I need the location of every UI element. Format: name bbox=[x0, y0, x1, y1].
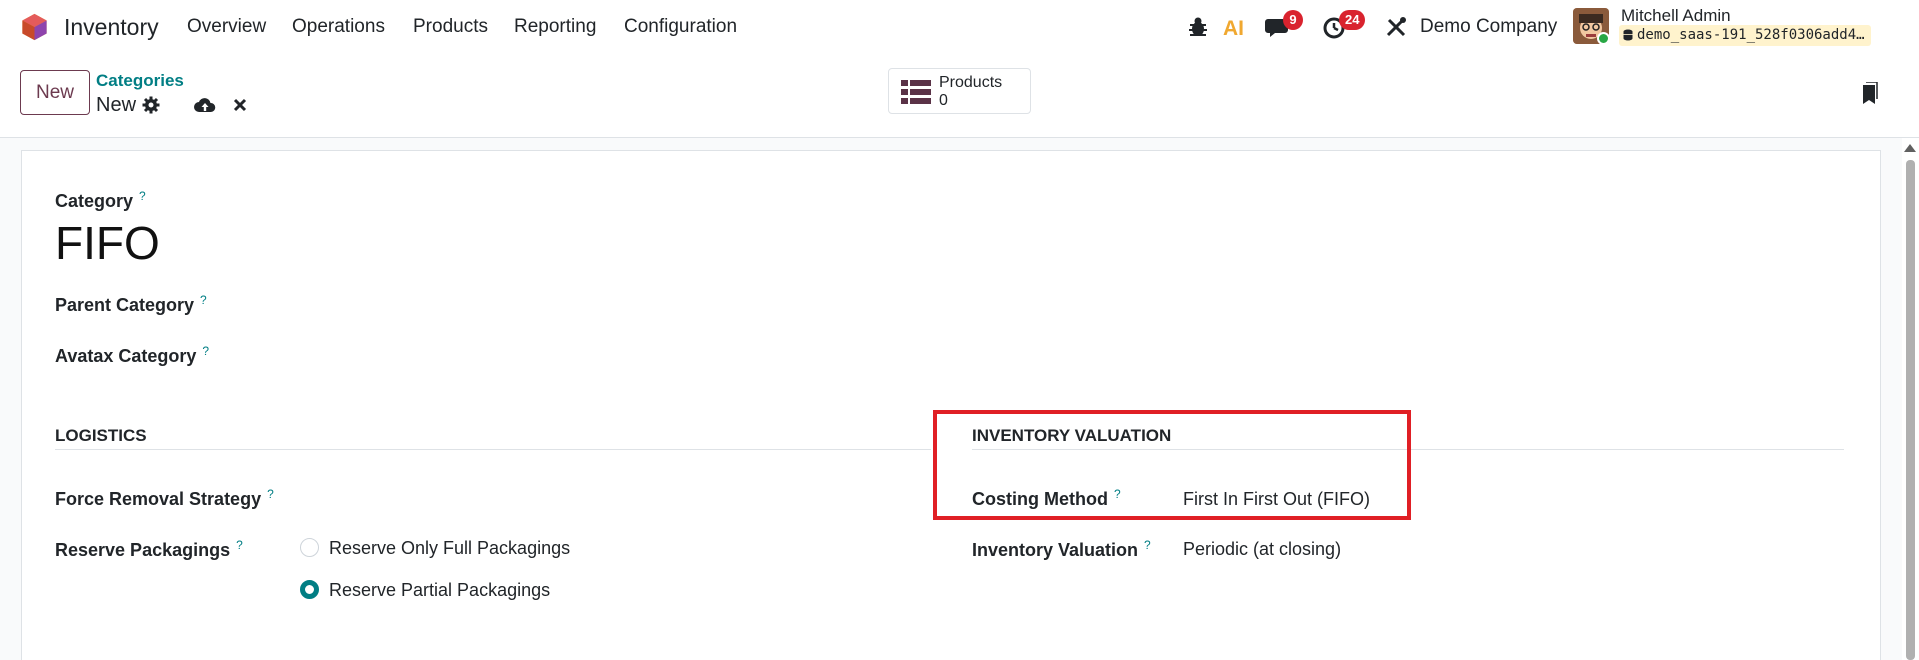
cloud-upload-icon[interactable] bbox=[194, 96, 216, 114]
avatax-category-label: Avatax Category? bbox=[55, 344, 209, 367]
ai-icon-label: AI bbox=[1223, 17, 1244, 40]
activities-badge: 24 bbox=[1339, 10, 1366, 30]
gear-icon[interactable] bbox=[142, 96, 160, 114]
radio-partial-packagings-label[interactable]: Reserve Partial Packagings bbox=[329, 580, 550, 601]
user-name[interactable]: Mitchell Admin bbox=[1621, 6, 1731, 26]
help-icon[interactable]: ? bbox=[139, 189, 146, 203]
bug-icon[interactable] bbox=[1185, 14, 1211, 40]
radio-partial-packagings[interactable] bbox=[300, 580, 319, 599]
discard-icon[interactable] bbox=[233, 98, 247, 112]
force-removal-label: Force Removal Strategy? bbox=[55, 487, 274, 510]
force-removal-label-text: Force Removal Strategy bbox=[55, 489, 262, 509]
menu-products[interactable]: Products bbox=[413, 16, 488, 38]
top-navbar: Inventory Overview Operations Products R… bbox=[0, 0, 1919, 54]
database-name: demo_saas-191_528f0306add4… bbox=[1637, 27, 1865, 43]
company-switcher[interactable]: Demo Company bbox=[1420, 16, 1557, 38]
radio-full-packagings-label[interactable]: Reserve Only Full Packagings bbox=[329, 538, 570, 559]
avatax-category-label-text: Avatax Category bbox=[55, 346, 197, 366]
database-badge: demo_saas-191_528f0306add4… bbox=[1619, 25, 1871, 46]
record-title: New bbox=[96, 94, 137, 116]
help-icon[interactable]: ? bbox=[200, 293, 207, 307]
tools-icon[interactable] bbox=[1383, 14, 1409, 40]
menu-overview[interactable]: Overview bbox=[187, 16, 266, 38]
radio-full-packagings[interactable] bbox=[300, 538, 319, 557]
parent-category-label-text: Parent Category bbox=[55, 295, 195, 315]
inventory-valuation-value[interactable]: Periodic (at closing) bbox=[1183, 539, 1341, 560]
online-status-icon bbox=[1597, 32, 1610, 45]
smart-button-value: 0 bbox=[939, 92, 948, 109]
logistics-section-title: LOGISTICS bbox=[55, 426, 147, 445]
help-icon[interactable]: ? bbox=[1144, 538, 1151, 552]
control-panel: New Categories New Products 0 bbox=[0, 54, 1919, 138]
menu-reporting[interactable]: Reporting bbox=[514, 16, 596, 38]
form-sheet bbox=[21, 150, 1881, 660]
parent-category-label: Parent Category? bbox=[55, 293, 207, 316]
database-icon bbox=[1623, 29, 1633, 41]
menu-configuration[interactable]: Configuration bbox=[624, 16, 737, 38]
inventory-valuation-label-text: Inventory Valuation bbox=[972, 540, 1139, 560]
bookmark-icon[interactable] bbox=[1860, 82, 1878, 106]
app-name[interactable]: Inventory bbox=[64, 14, 159, 41]
smart-button-label: Products bbox=[939, 74, 1003, 91]
category-label-text: Category bbox=[55, 191, 134, 211]
category-name-field[interactable]: FIFO bbox=[55, 216, 160, 270]
scrollbar-thumb[interactable] bbox=[1906, 160, 1915, 660]
logistics-divider bbox=[55, 449, 931, 450]
menu-operations[interactable]: Operations bbox=[292, 16, 385, 38]
app-logo-icon[interactable] bbox=[21, 13, 48, 41]
help-icon[interactable]: ? bbox=[236, 538, 243, 552]
new-button[interactable]: New bbox=[20, 70, 90, 115]
breadcrumb-categories[interactable]: Categories bbox=[96, 71, 184, 91]
help-icon[interactable]: ? bbox=[202, 344, 209, 358]
products-smart-button[interactable]: Products 0 bbox=[888, 68, 1031, 114]
help-icon[interactable]: ? bbox=[267, 487, 274, 501]
scroll-up-icon[interactable] bbox=[1904, 144, 1916, 152]
reserve-packagings-label-text: Reserve Packagings bbox=[55, 540, 231, 560]
category-label: Category? bbox=[55, 189, 146, 212]
messages-badge: 9 bbox=[1283, 10, 1303, 30]
inventory-valuation-label: Inventory Valuation? bbox=[972, 538, 1151, 561]
ai-icon[interactable]: AI bbox=[1222, 14, 1248, 40]
list-icon bbox=[901, 80, 931, 104]
highlight-annotation bbox=[933, 410, 1411, 520]
reserve-packagings-label: Reserve Packagings? bbox=[55, 538, 243, 561]
